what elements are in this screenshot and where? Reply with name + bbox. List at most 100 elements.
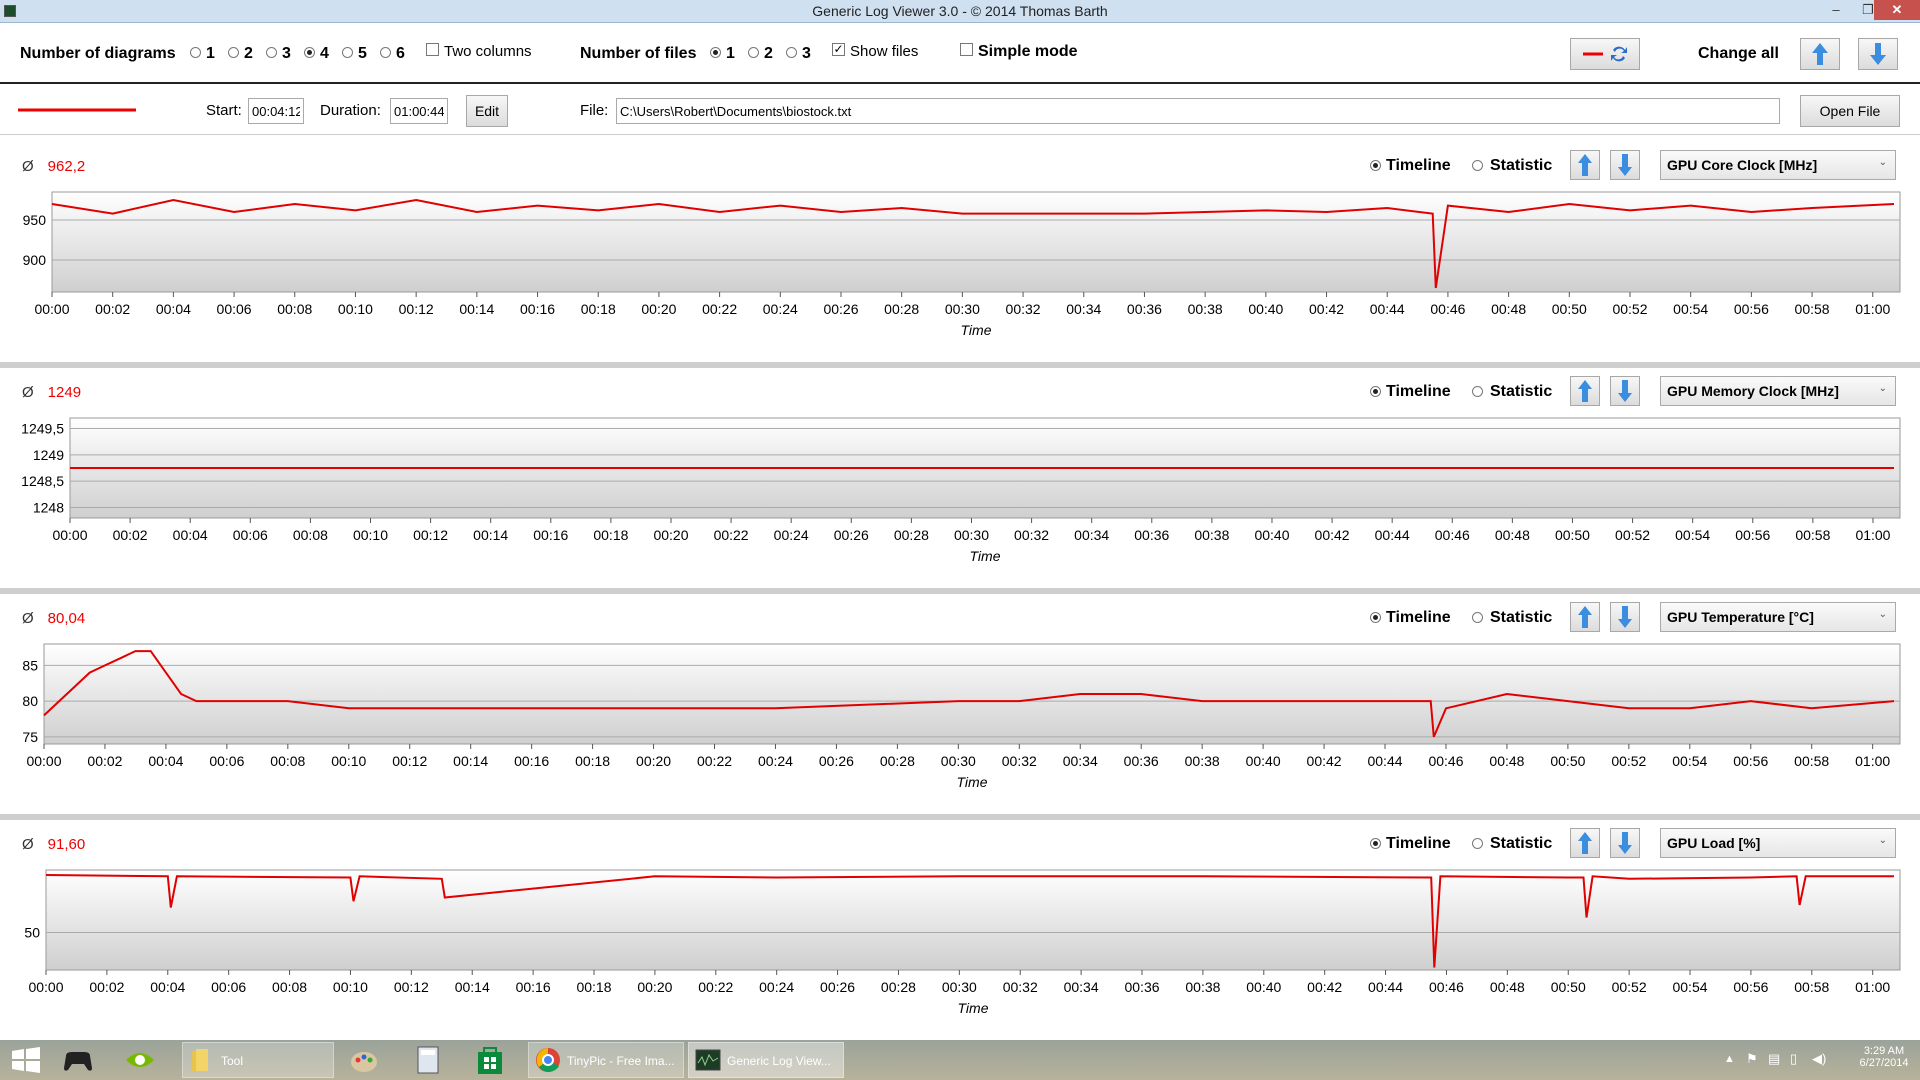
x-tick-label: 00:26 bbox=[823, 301, 858, 317]
nvidia-icon[interactable] bbox=[124, 1044, 156, 1076]
taskbar-item-chrome[interactable]: TinyPic - Free Ima... bbox=[528, 1042, 684, 1078]
window-title: Generic Log Viewer 3.0 - © 2014 Thomas B… bbox=[812, 3, 1108, 19]
average-value: 1249 bbox=[47, 384, 82, 401]
timeline-radio[interactable] bbox=[1370, 386, 1381, 397]
taskbar-item-log-viewer[interactable]: Generic Log View... bbox=[688, 1042, 844, 1078]
chart[interactable]: 85 80 75 00:00 00:02 00:04 00:06 00:08 00:10 00:1… bbox=[0, 640, 1920, 810]
chart[interactable]: 50 00:00 00:02 00:04 00:06 00:08 00:10 00:12 00:… bbox=[0, 866, 1920, 1036]
x-tick-label: 00:26 bbox=[834, 527, 869, 543]
statistic-label: Statistic bbox=[1490, 835, 1553, 852]
duration-label: Duration: bbox=[320, 102, 381, 119]
diagrams-radio-2[interactable] bbox=[228, 47, 239, 58]
sensor-select[interactable]: GPU Core Clock [MHz] ⌄ bbox=[1660, 150, 1896, 180]
start-input[interactable] bbox=[248, 98, 304, 124]
gamepad-icon[interactable] bbox=[62, 1044, 94, 1076]
sensor-select[interactable]: GPU Memory Clock [MHz] ⌄ bbox=[1660, 376, 1896, 406]
x-tick-label: 00:30 bbox=[945, 301, 980, 317]
sensor-select-value: GPU Load [%] bbox=[1667, 835, 1761, 851]
files-radio-2[interactable] bbox=[748, 47, 759, 58]
x-tick-label: 00:40 bbox=[1246, 753, 1281, 769]
clock[interactable]: 3:29 AM 6/27/2014 bbox=[1856, 1045, 1912, 1069]
diagram-separator[interactable] bbox=[0, 362, 1920, 368]
average-readout: Ø 91,60 bbox=[22, 836, 85, 853]
chart[interactable]: 1249,5 1249 1248,5 1248 00:00 00:02 00:04 00:06… bbox=[0, 414, 1920, 584]
x-tick-label: 00:52 bbox=[1611, 753, 1646, 769]
timeline-label: Timeline bbox=[1386, 157, 1451, 174]
color-swap-button[interactable] bbox=[1570, 38, 1640, 70]
simple-mode-checkbox[interactable] bbox=[960, 43, 973, 56]
tray-chevron-icon[interactable]: ▲ bbox=[1724, 1053, 1735, 1065]
sensor-select[interactable]: GPU Temperature [°C] ⌄ bbox=[1660, 602, 1896, 632]
diagram-separator[interactable] bbox=[0, 814, 1920, 820]
volume-icon[interactable]: ◀) bbox=[1812, 1051, 1826, 1067]
timeline-radio[interactable] bbox=[1370, 160, 1381, 171]
move-up-button[interactable] bbox=[1570, 376, 1600, 406]
x-tick-label: 00:10 bbox=[333, 979, 368, 995]
plot-area bbox=[43, 643, 1901, 745]
series-color-swatch[interactable] bbox=[18, 108, 138, 112]
average-readout: Ø 1249 bbox=[22, 384, 81, 401]
files-radio-1[interactable] bbox=[710, 47, 721, 58]
flag-icon[interactable]: ⚑ bbox=[1746, 1051, 1758, 1067]
edit-button[interactable]: Edit bbox=[466, 95, 508, 127]
diagrams-radio-1[interactable] bbox=[190, 47, 201, 58]
x-tick-label: 00:32 bbox=[1006, 301, 1041, 317]
move-up-button[interactable] bbox=[1570, 150, 1600, 180]
x-tick-label: 00:10 bbox=[331, 753, 366, 769]
swap-icon bbox=[1583, 46, 1627, 62]
move-up-button[interactable] bbox=[1570, 602, 1600, 632]
chevron-down-icon: ⌄ bbox=[1878, 835, 1887, 846]
move-down-button[interactable] bbox=[1610, 602, 1640, 632]
statistic-radio[interactable] bbox=[1472, 612, 1483, 623]
move-up-button[interactable] bbox=[1570, 828, 1600, 858]
calculator-icon[interactable] bbox=[412, 1044, 444, 1076]
file-label: File: bbox=[580, 102, 609, 119]
statistic-radio[interactable] bbox=[1472, 386, 1483, 397]
move-down-all-button[interactable] bbox=[1858, 38, 1898, 70]
timeline-radio[interactable] bbox=[1370, 612, 1381, 623]
diagrams-radio-5[interactable] bbox=[342, 47, 353, 58]
taskbar-item-label: Generic Log View... bbox=[727, 1054, 831, 1068]
show-files-checkbox[interactable]: ✓ bbox=[832, 43, 845, 56]
file-path-input[interactable] bbox=[616, 98, 1780, 124]
move-up-all-button[interactable] bbox=[1800, 38, 1840, 70]
statistic-radio[interactable] bbox=[1472, 160, 1483, 171]
x-tick-label: 00:18 bbox=[581, 301, 616, 317]
x-tick-label: 00:08 bbox=[272, 979, 307, 995]
move-down-button[interactable] bbox=[1610, 376, 1640, 406]
arrow-down-icon bbox=[1618, 606, 1632, 628]
diagrams-radio-4[interactable] bbox=[304, 47, 315, 58]
statistic-radio[interactable] bbox=[1472, 838, 1483, 849]
windows-start-icon[interactable] bbox=[10, 1044, 42, 1076]
statistic-label: Statistic bbox=[1490, 157, 1553, 174]
chart[interactable]: 950 900 00:00 00:02 00:04 00:06 00:08 00:10 00:1… bbox=[0, 188, 1920, 358]
diagrams-radio-3[interactable] bbox=[266, 47, 277, 58]
x-tick-label: 00:54 bbox=[1672, 979, 1707, 995]
store-icon[interactable] bbox=[474, 1044, 506, 1076]
sensor-select[interactable]: GPU Load [%] ⌄ bbox=[1660, 828, 1896, 858]
title-bar: Generic Log Viewer 3.0 - © 2014 Thomas B… bbox=[0, 0, 1920, 23]
diagrams-radio-6[interactable] bbox=[380, 47, 391, 58]
close-button[interactable]: ✕ bbox=[1874, 0, 1920, 20]
x-tick-label: 00:42 bbox=[1307, 753, 1342, 769]
minimize-button[interactable]: – bbox=[1820, 0, 1852, 20]
open-file-button[interactable]: Open File bbox=[1800, 95, 1900, 127]
network-icon[interactable]: ▤ bbox=[1768, 1051, 1780, 1067]
x-tick-label: 00:32 bbox=[1003, 979, 1038, 995]
paint-icon[interactable] bbox=[348, 1044, 380, 1076]
x-tick-label: 00:30 bbox=[942, 979, 977, 995]
move-down-button[interactable] bbox=[1610, 150, 1640, 180]
x-tick-label: 00:04 bbox=[156, 301, 191, 317]
timeline-radio[interactable] bbox=[1370, 838, 1381, 849]
diagram-3: Ø 80,04 Timeline Statistic GPU Temperature [… bbox=[0, 588, 1920, 814]
x-tick-label: 00:14 bbox=[459, 301, 494, 317]
taskbar-item-tool[interactable]: Tool bbox=[182, 1042, 334, 1078]
move-down-button[interactable] bbox=[1610, 828, 1640, 858]
diagram-separator[interactable] bbox=[0, 588, 1920, 594]
arrow-down-icon bbox=[1618, 380, 1632, 402]
clock-date: 6/27/2014 bbox=[1859, 1057, 1909, 1069]
duration-input[interactable] bbox=[390, 98, 448, 124]
two-columns-checkbox[interactable] bbox=[426, 43, 439, 56]
battery-icon[interactable]: ▯ bbox=[1790, 1051, 1797, 1067]
files-radio-3[interactable] bbox=[786, 47, 797, 58]
